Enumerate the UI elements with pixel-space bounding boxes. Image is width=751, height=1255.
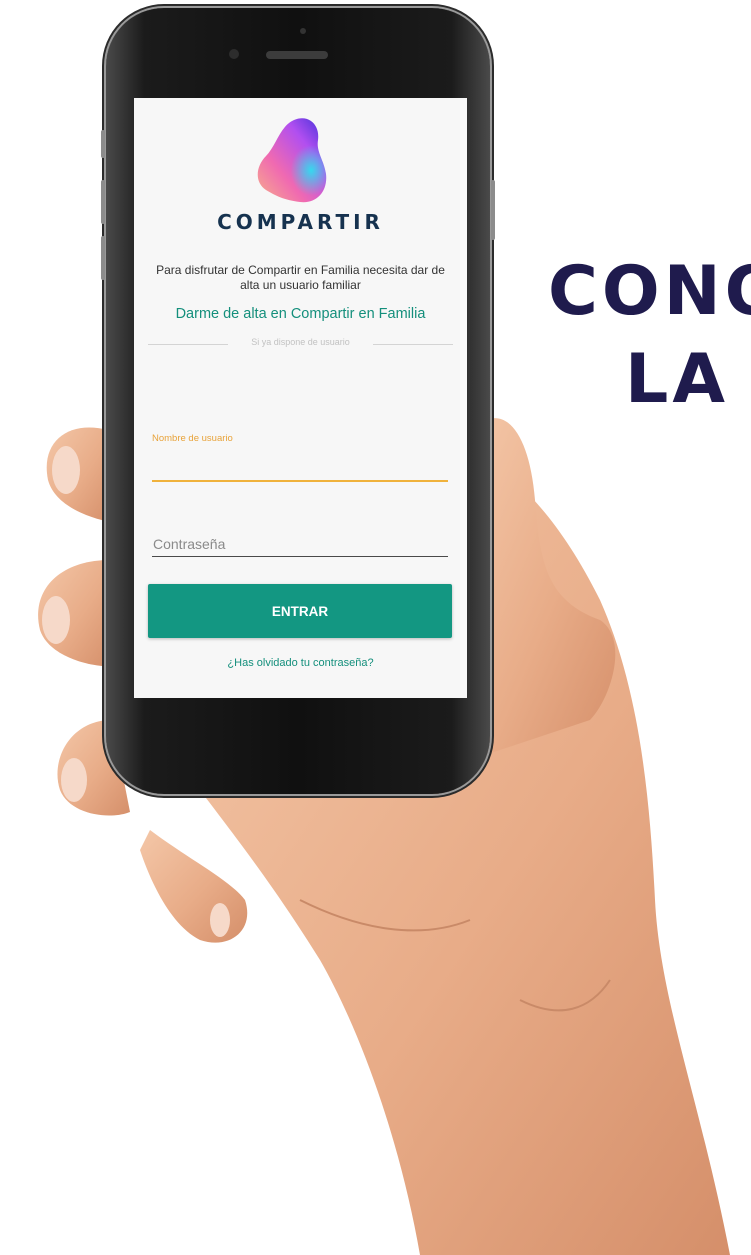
scene: CONO LA bbox=[0, 0, 751, 1255]
username-label: Nombre de usuario bbox=[152, 433, 233, 444]
password-placeholder: Contraseña bbox=[153, 536, 226, 552]
brand-name: COMPARTIR bbox=[217, 210, 384, 234]
mute-switch bbox=[101, 130, 105, 158]
divider-label: Si ya dispone de usuario bbox=[251, 337, 350, 347]
info-text: Para disfrutar de Compartir en Familia n… bbox=[156, 263, 445, 292]
username-input[interactable] bbox=[152, 450, 448, 482]
compartir-logo-icon bbox=[257, 118, 327, 203]
password-input[interactable]: Contraseña bbox=[152, 530, 448, 557]
app-screen: COMPARTIR Para disfrutar de Compartir en… bbox=[134, 98, 467, 698]
signup-link[interactable]: Darme de alta en Compartir en Familia bbox=[134, 306, 467, 322]
proximity-sensor bbox=[300, 28, 306, 34]
power-button bbox=[491, 180, 495, 240]
earpiece-speaker bbox=[266, 51, 328, 59]
login-button[interactable]: ENTRAR bbox=[148, 584, 452, 638]
section-divider: Si ya dispone de usuario bbox=[148, 336, 453, 352]
volume-down-button bbox=[101, 236, 105, 280]
divider-line-right bbox=[373, 344, 453, 345]
front-camera-icon bbox=[229, 49, 239, 59]
forgot-password-link[interactable]: ¿Has olvidado tu contraseña? bbox=[134, 657, 467, 669]
volume-up-button bbox=[101, 180, 105, 224]
